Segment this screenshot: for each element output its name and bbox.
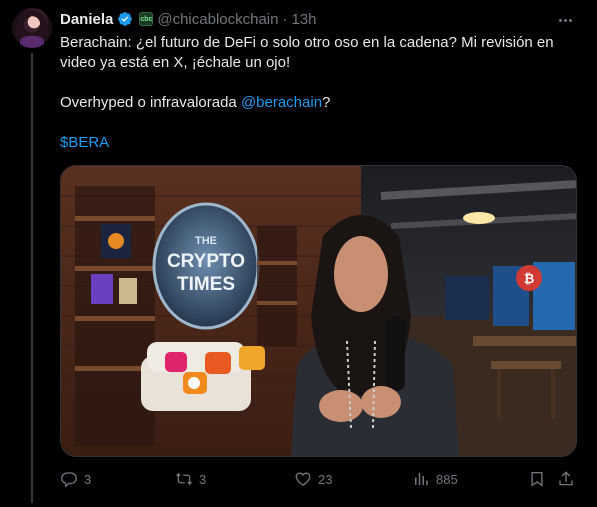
share-button[interactable]: [557, 467, 575, 491]
tweet-text-line2: Overhyped o infravalorada @berachain?: [60, 93, 580, 113]
cashtag-link[interactable]: $BERA: [60, 134, 109, 151]
video-media[interactable]: ₿ THE CRYPTO TIMES: [60, 165, 577, 457]
repost-button[interactable]: 3: [175, 467, 206, 491]
bookmark-icon: [531, 471, 543, 487]
avatar-shirt: [20, 36, 44, 48]
avatar[interactable]: [12, 8, 52, 48]
sign-line2: CRYPTO: [167, 251, 245, 272]
tweet-text-line3: $BERA: [60, 133, 580, 153]
author-name[interactable]: Daniela: [60, 11, 113, 28]
mention-link[interactable]: @berachain: [241, 94, 322, 111]
more-dot: [558, 18, 562, 22]
tweet[interactable]: Daniela cbc @chicablockchain · 13h Berac…: [0, 0, 597, 507]
tweet-text: Berachain: ¿el futuro de DeFi o solo otr…: [60, 33, 580, 173]
repost-icon: [175, 472, 193, 486]
views-count: 885: [436, 471, 458, 487]
video-frame: ₿ THE CRYPTO TIMES: [61, 166, 576, 456]
like-button[interactable]: 23: [294, 467, 332, 491]
post-time[interactable]: 13h: [291, 11, 316, 28]
tweet-text-prefix: Overhyped o infravalorada: [60, 94, 241, 111]
views-icon: [415, 473, 428, 485]
verified-badge-icon[interactable]: [117, 11, 133, 27]
bookmark-button[interactable]: [528, 467, 546, 491]
repost-count: 3: [199, 471, 207, 487]
thread-line: [31, 53, 33, 503]
like-count: 23: [318, 471, 333, 487]
tweet-text-line1: Berachain: ¿el futuro de DeFi o solo otr…: [60, 34, 554, 71]
more-dot: [568, 18, 572, 22]
reply-button[interactable]: 3: [60, 467, 91, 491]
svg-text:₿: ₿: [524, 272, 535, 287]
sign-line3: TIMES: [177, 274, 235, 295]
more-dot: [563, 18, 567, 22]
action-bar: 3 3 23 885: [0, 467, 597, 491]
more-icon[interactable]: [553, 8, 577, 32]
share-icon: [559, 471, 573, 486]
like-icon: [295, 472, 311, 487]
affiliate-badge[interactable]: cbc: [139, 12, 154, 26]
reply-icon: [61, 472, 77, 488]
sign-line1: THE: [195, 235, 217, 247]
tweet-text-suffix: ?: [322, 94, 331, 111]
reply-count: 3: [84, 471, 92, 487]
views-button[interactable]: 885: [412, 467, 458, 491]
author-handle[interactable]: @chicablockchain: [157, 11, 278, 28]
tweet-header: Daniela cbc @chicablockchain · 13h: [60, 9, 317, 29]
separator-dot: ·: [282, 10, 288, 28]
